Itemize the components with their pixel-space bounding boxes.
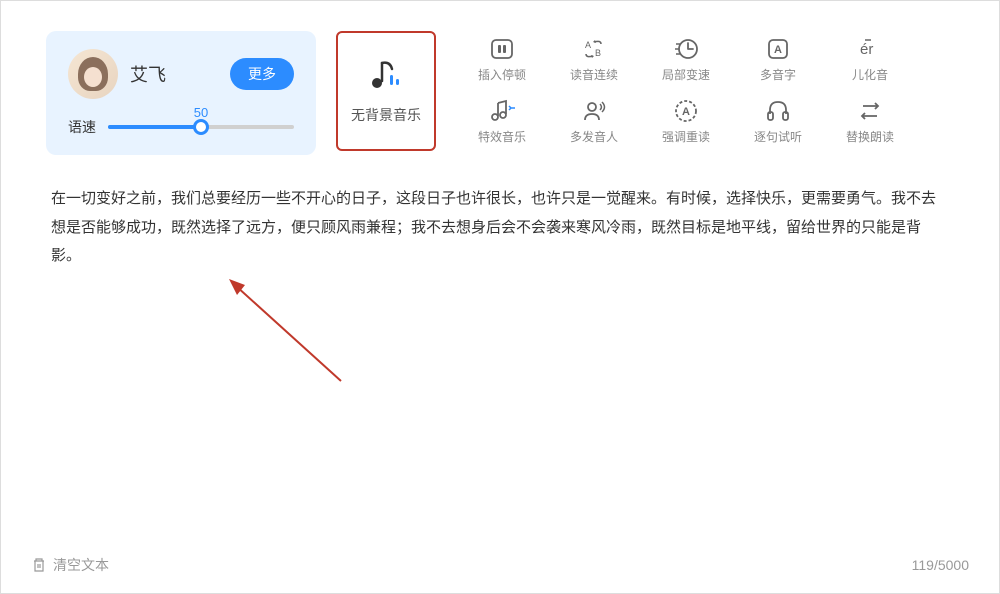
emphasis-icon: A (673, 98, 699, 124)
tool-emphasis[interactable]: A 强调重读 (640, 93, 732, 149)
speed-icon (673, 36, 699, 62)
tool-polyphone[interactable]: A 多音字 (732, 31, 824, 87)
svg-text:ér: ér (860, 41, 873, 58)
headphone-icon (765, 98, 791, 124)
svg-text:A: A (585, 40, 591, 50)
more-button[interactable]: 更多 (230, 58, 294, 90)
voice-name: 艾飞 (130, 61, 218, 87)
tool-insert-pause[interactable]: 插入停顿 (456, 31, 548, 87)
tool-sfx-music[interactable]: 特效音乐 (456, 93, 548, 149)
tool-sentence-preview[interactable]: 逐句试听 (732, 93, 824, 149)
erhua-icon: ér (857, 36, 883, 62)
pause-icon (489, 36, 515, 62)
voice-card: 艾飞 更多 语速 50 (46, 31, 316, 155)
annotation-arrow (221, 271, 351, 391)
char-count: 119/5000 (912, 557, 969, 573)
voice-avatar (68, 49, 118, 99)
sfx-icon (489, 98, 515, 124)
tools-grid: 插入停顿 AB 读音连续 局部变速 A 多音字 ér 儿化音 (456, 31, 916, 149)
speed-label: 语速 (68, 117, 96, 137)
continuous-icon: AB (581, 36, 607, 62)
trash-icon (31, 557, 47, 573)
clear-text-button[interactable]: 清空文本 (31, 555, 109, 575)
tool-erhua[interactable]: ér 儿化音 (824, 31, 916, 87)
bgm-label: 无背景音乐 (351, 105, 421, 125)
speaker-icon (581, 98, 607, 124)
bgm-button[interactable]: 无背景音乐 (336, 31, 436, 151)
tool-replace-read[interactable]: 替换朗读 (824, 93, 916, 149)
tool-local-speed[interactable]: 局部变速 (640, 31, 732, 87)
svg-text:B: B (595, 48, 601, 58)
speed-slider[interactable]: 50 (108, 125, 294, 129)
tool-multi-speaker[interactable]: 多发音人 (548, 93, 640, 149)
text-content-area[interactable]: 在一切变好之前，我们总要经历一些不开心的日子，这段日子也许很长，也许只是一觉醒来… (1, 155, 999, 271)
replace-icon (857, 98, 883, 124)
svg-text:A: A (774, 44, 782, 56)
music-note-icon (368, 57, 404, 93)
speed-value: 50 (194, 105, 208, 120)
polyphone-icon: A (765, 36, 791, 62)
svg-text:A: A (682, 106, 690, 118)
tool-reading-continuous[interactable]: AB 读音连续 (548, 31, 640, 87)
text-content: 在一切变好之前，我们总要经历一些不开心的日子，这段日子也许很长，也许只是一觉醒来… (51, 190, 936, 264)
